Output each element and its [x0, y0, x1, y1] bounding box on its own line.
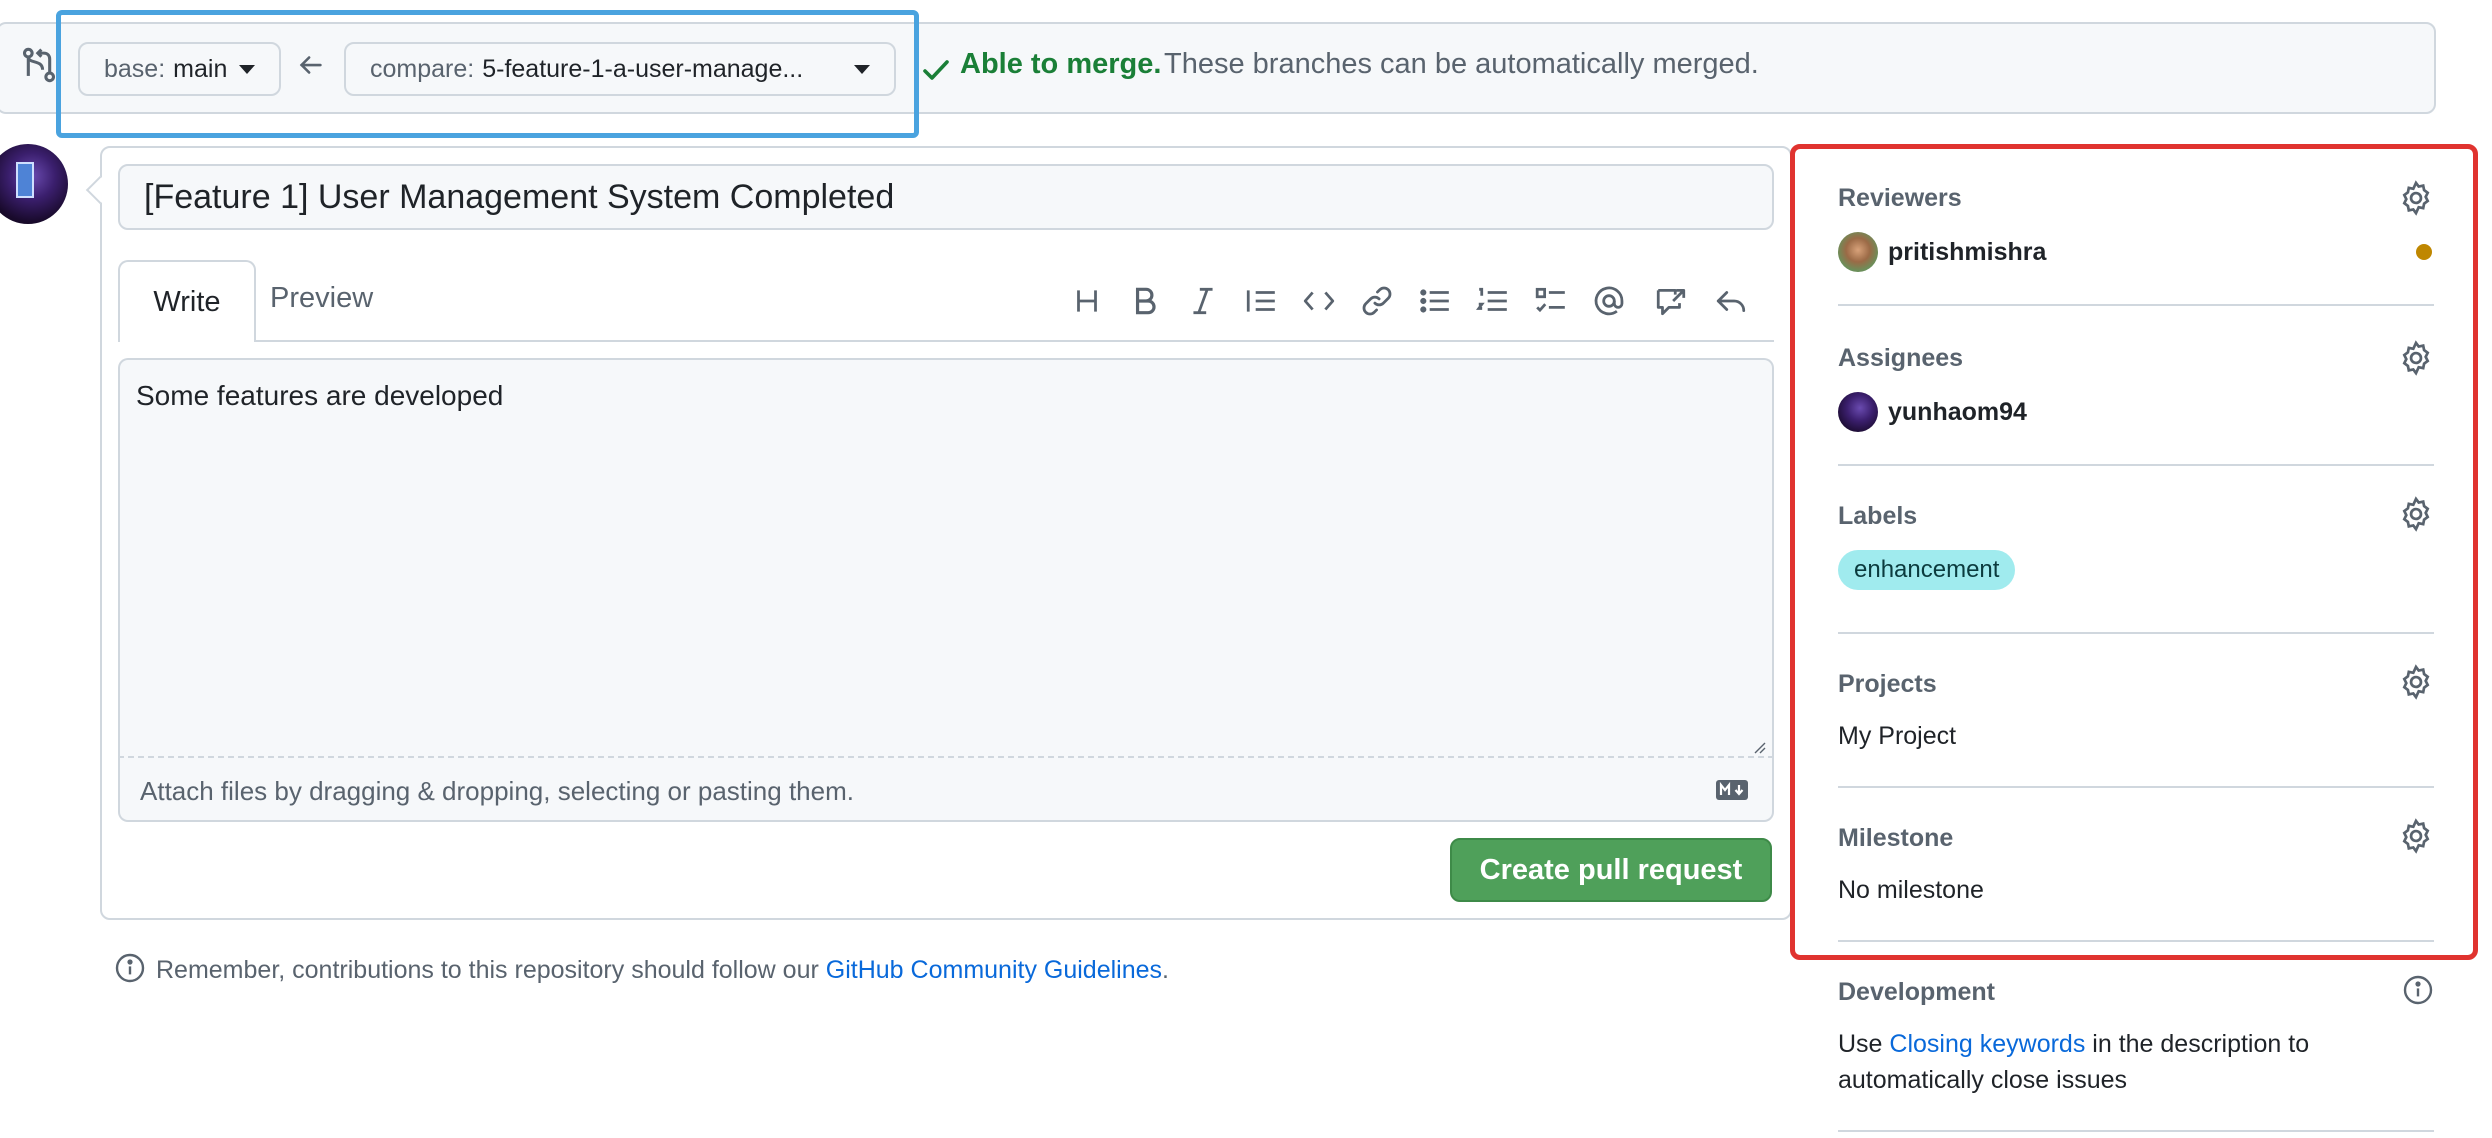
projects-heading: Projects [1838, 670, 1937, 698]
code-icon[interactable] [1302, 284, 1336, 318]
closing-keywords-link[interactable]: Closing keywords [1889, 1030, 2085, 1058]
bold-icon[interactable] [1128, 284, 1162, 318]
heading-icon[interactable] [1070, 284, 1104, 318]
pr-body-textarea[interactable]: Some features are developed [118, 358, 1774, 758]
tab-write[interactable]: Write [118, 260, 256, 342]
divider [1838, 786, 2434, 788]
development-note: Use Closing keywords in the description … [1838, 1030, 2309, 1059]
tab-preview[interactable]: Preview [270, 282, 373, 315]
development-line2: automatically close issues [1838, 1066, 2128, 1094]
ordered-list-icon[interactable] [1476, 284, 1510, 318]
attach-files-area[interactable]: Attach files by dragging & dropping, sel… [118, 756, 1774, 822]
assignees-heading: Assignees [1838, 344, 1964, 372]
task-list-icon[interactable] [1534, 284, 1568, 318]
milestone-heading: Milestone [1838, 824, 1954, 852]
italic-icon[interactable] [1186, 284, 1220, 318]
milestone-gear-icon[interactable] [2398, 818, 2434, 854]
mention-icon[interactable] [1592, 284, 1626, 318]
reviewers-heading: Reviewers [1838, 184, 1962, 212]
git-compare-icon [20, 46, 58, 84]
branch-selector-highlight [56, 10, 919, 138]
create-pull-request-button[interactable]: Create pull request [1450, 838, 1772, 902]
guidelines-link[interactable]: GitHub Community Guidelines [826, 956, 1162, 984]
development-suffix: in the description to [2092, 1030, 2310, 1058]
divider [1838, 632, 2434, 634]
assignee-item[interactable]: yunhaom94 [1838, 392, 2027, 432]
reviewers-gear-icon[interactable] [2398, 180, 2434, 216]
labels-gear-icon[interactable] [2398, 496, 2434, 532]
reviewer-avatar [1838, 232, 1878, 272]
assignees-gear-icon[interactable] [2398, 340, 2434, 376]
guidelines-note: Remember, contributions to this reposito… [156, 956, 1169, 985]
divider [1838, 1130, 2434, 1132]
merge-description: These branches can be automatically merg… [1164, 48, 1759, 80]
development-info-icon[interactable] [2402, 974, 2434, 1006]
projects-gear-icon[interactable] [2398, 664, 2434, 700]
reviewer-item[interactable]: pritishmishra [1838, 232, 2046, 272]
check-icon [920, 54, 952, 86]
assignee-avatar [1838, 392, 1878, 432]
divider [1838, 940, 2434, 942]
quote-icon[interactable] [1244, 284, 1278, 318]
guidelines-suffix: . [1162, 956, 1169, 984]
development-heading: Development [1838, 978, 1995, 1006]
assignee-username: yunhaom94 [1888, 397, 2027, 426]
unordered-list-icon[interactable] [1418, 284, 1452, 318]
saved-replies-icon[interactable] [1714, 284, 1748, 318]
merge-status: Able to merge. [960, 48, 1162, 80]
divider [1838, 464, 2434, 466]
tab-divider [118, 340, 1774, 342]
divider [1838, 304, 2434, 306]
project-value[interactable]: My Project [1838, 722, 1956, 751]
link-icon[interactable] [1360, 284, 1394, 318]
info-icon [114, 952, 146, 984]
milestone-value: No milestone [1838, 876, 1984, 904]
reviewer-username: pritishmishra [1888, 237, 2047, 266]
pr-title-input[interactable] [118, 164, 1774, 230]
markdown-icon[interactable] [1716, 780, 1748, 800]
guidelines-prefix: Remember, contributions to this reposito… [156, 956, 819, 984]
resize-handle-icon[interactable] [1750, 738, 1766, 754]
label-enhancement[interactable]: enhancement [1838, 550, 2016, 590]
cross-reference-icon[interactable] [1654, 284, 1688, 318]
development-prefix: Use [1838, 1030, 1883, 1058]
labels-heading: Labels [1838, 502, 1918, 530]
review-pending-dot [2416, 244, 2432, 260]
author-avatar[interactable] [0, 144, 68, 224]
